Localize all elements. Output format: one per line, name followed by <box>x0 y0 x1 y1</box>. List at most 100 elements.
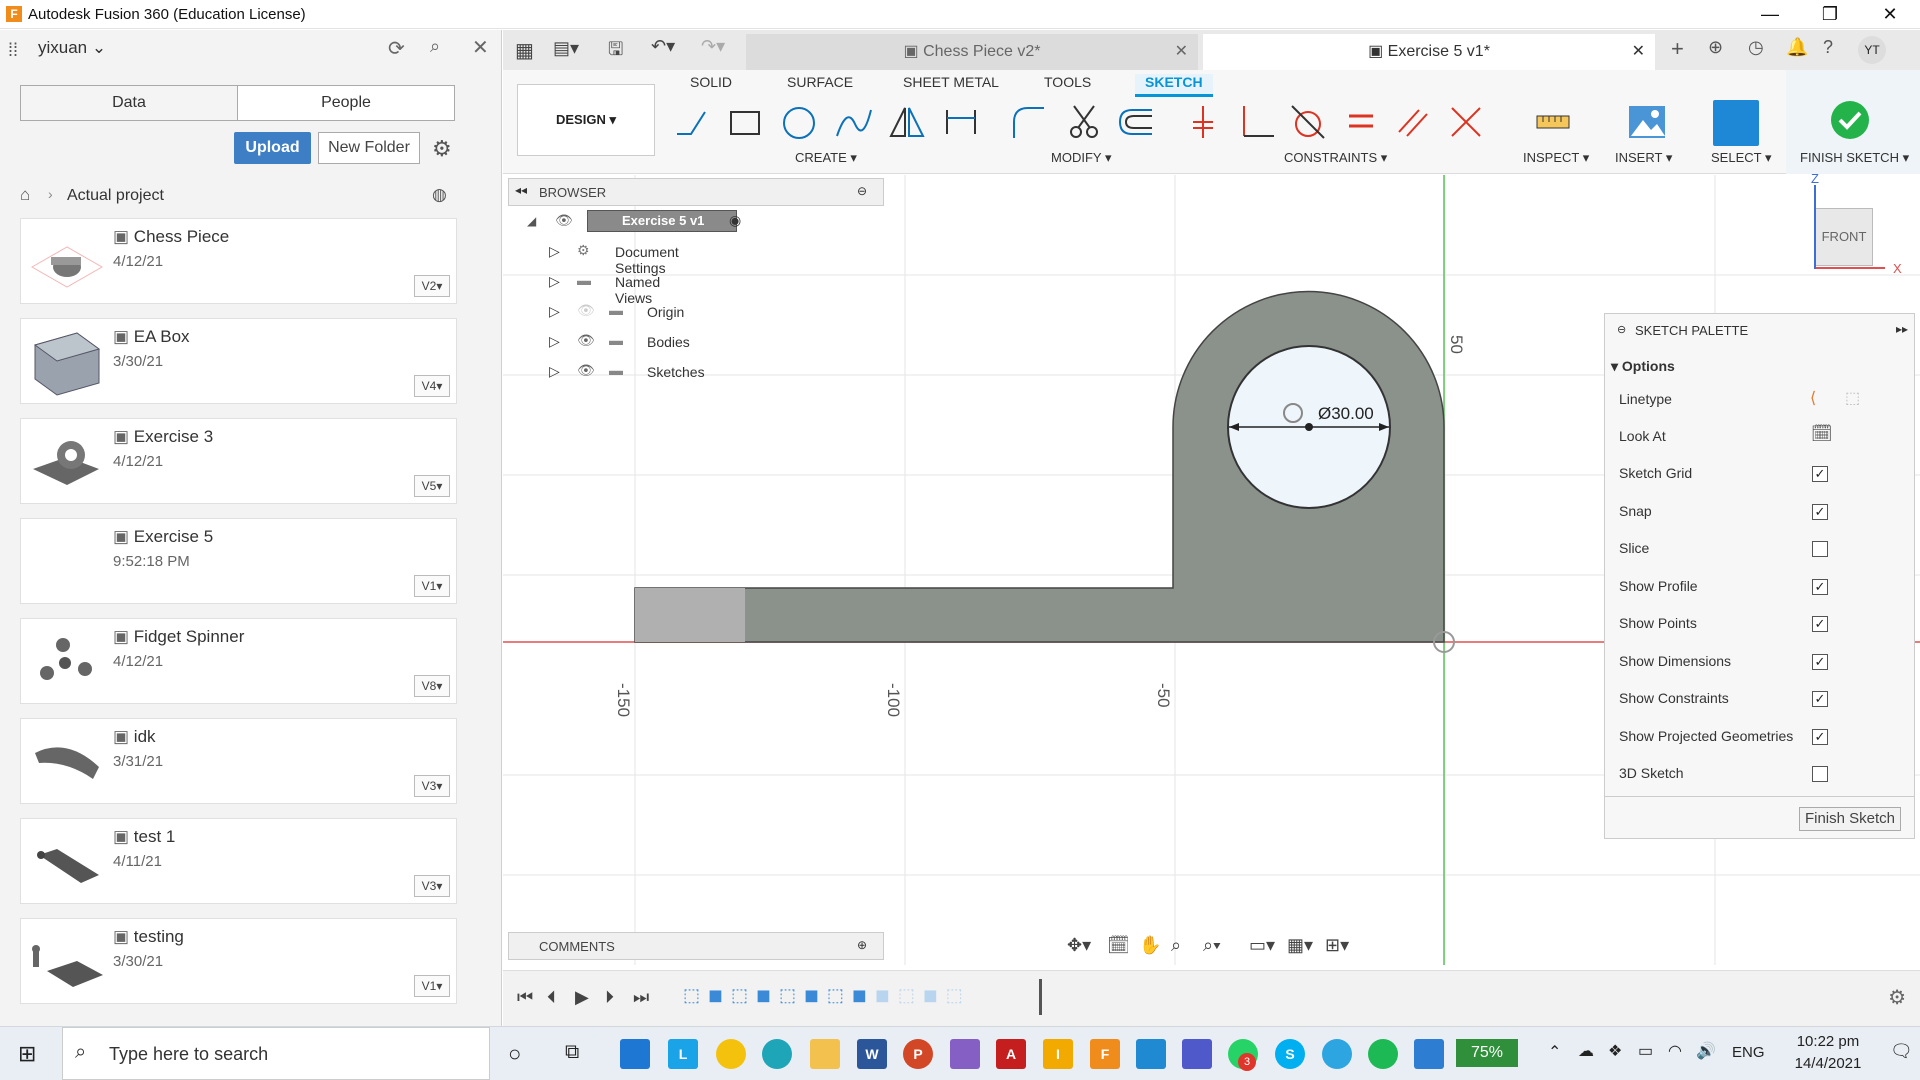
tab-tools[interactable]: TOOLS <box>1044 74 1091 90</box>
close-tab-icon[interactable]: ✕ <box>1632 34 1645 70</box>
sketch-grid-checkbox[interactable]: ✓ <box>1812 466 1828 482</box>
coincident-constraint-icon[interactable] <box>1446 102 1486 142</box>
timeline-sketch-icon[interactable]: ⬚ <box>683 985 700 1011</box>
wifi-icon[interactable]: ◠ <box>1668 1041 1682 1061</box>
powerpoint-icon[interactable]: P <box>903 1039 933 1069</box>
timeline-suppressed-icon[interactable]: ⬚ <box>946 985 963 1011</box>
fix-constraint-icon[interactable] <box>1183 102 1223 142</box>
pan-hand-icon[interactable]: ✋ <box>1139 935 1161 956</box>
viewports-icon[interactable]: ⊞▾ <box>1325 935 1349 956</box>
timeline-extrude-icon[interactable]: ◼ <box>852 985 867 1011</box>
tangent-constraint-icon[interactable] <box>1288 102 1328 142</box>
tab-people[interactable]: People <box>238 86 454 120</box>
orbit-icon[interactable]: ✥▾ <box>1067 935 1091 956</box>
search-icon[interactable]: ⌕ <box>430 36 440 57</box>
visibility-eye-icon[interactable]: 👁 <box>577 362 595 379</box>
spline-tool-icon[interactable] <box>833 102 873 142</box>
timeline-extrude-icon[interactable]: ◼ <box>804 985 819 1011</box>
refresh-icon[interactable]: ⟳ <box>388 36 405 61</box>
timeline-sketch-icon[interactable]: ⬚ <box>731 985 748 1011</box>
measure-tool-icon[interactable] <box>1533 102 1573 142</box>
inspect-menu[interactable]: INSPECT ▾ <box>1523 150 1589 166</box>
spotify-icon[interactable] <box>1368 1039 1398 1069</box>
extensions-icon[interactable]: ⊕ <box>1708 37 1723 58</box>
finish-check-icon[interactable] <box>1830 100 1870 140</box>
timeline-suppressed-icon[interactable]: ◼ <box>923 985 938 1011</box>
tab-sketch[interactable]: SKETCH <box>1135 74 1213 97</box>
visibility-eye-icon[interactable]: 👁 <box>577 332 595 349</box>
constraints-menu[interactable]: CONSTRAINTS ▾ <box>1284 150 1387 166</box>
list-item[interactable]: ▣ Exercise 5 9:52:18 PM V1▾ <box>20 518 457 604</box>
timeline-settings-icon[interactable]: ⚙ <box>1888 985 1906 1010</box>
visibility-eye-icon[interactable]: 👁 <box>555 212 573 229</box>
list-item[interactable]: ▣ testing 3/30/21 V1▾ <box>20 918 457 1004</box>
fillet-tool-icon[interactable] <box>1008 102 1048 142</box>
modify-menu[interactable]: MODIFY ▾ <box>1051 150 1111 166</box>
insert-menu[interactable]: INSERT ▾ <box>1615 150 1672 166</box>
acrobat-icon[interactable]: A <box>996 1039 1026 1069</box>
volume-icon[interactable]: 🔊 <box>1696 1041 1716 1061</box>
restore-button[interactable]: ❐ <box>1800 0 1860 29</box>
offset-tool-icon[interactable] <box>1116 102 1156 142</box>
finish-sketch-button[interactable]: Finish Sketch <box>1799 807 1901 831</box>
grid-settings-icon[interactable]: ▦▾ <box>1287 935 1313 956</box>
minimize-button[interactable]: — <box>1740 0 1800 29</box>
trim-tool-icon[interactable] <box>1064 102 1104 142</box>
list-item[interactable]: ▣ Fidget Spinner 4/12/21 V8▾ <box>20 618 457 704</box>
tab-data[interactable]: Data <box>21 86 238 120</box>
add-comment-icon[interactable]: ⊕ <box>857 938 867 952</box>
parallel-constraint-icon[interactable] <box>1393 102 1433 142</box>
clock-date[interactable]: 14/4/2021 <box>1780 1055 1876 1072</box>
expand-triangle-icon[interactable]: ▷ <box>549 333 560 350</box>
dropbox-icon[interactable]: ❖ <box>1608 1041 1622 1061</box>
browser-minimize-icon[interactable]: ⊖ <box>857 184 867 198</box>
cortana-icon[interactable]: ○ <box>508 1041 521 1067</box>
telegram-icon[interactable] <box>1322 1039 1352 1069</box>
expand-palette-icon[interactable]: ▸▸ <box>1896 322 1908 336</box>
teams-icon[interactable] <box>1182 1039 1212 1069</box>
version-dropdown[interactable]: V3▾ <box>414 875 450 897</box>
taskbar-search[interactable]: ⌕ Type here to search <box>62 1027 490 1080</box>
onedrive-icon[interactable]: ☁ <box>1578 1041 1594 1061</box>
timeline-marker[interactable] <box>1039 979 1042 1015</box>
save-icon[interactable]: 🖫 <box>608 37 623 67</box>
inventor-icon[interactable]: I <box>1043 1039 1073 1069</box>
new-tab-icon[interactable]: + <box>1671 36 1684 62</box>
list-item[interactable]: ▣ Exercise 3 4/12/21 V5▾ <box>20 418 457 504</box>
fusion-taskbar-icon[interactable]: F <box>1090 1039 1120 1069</box>
node-bodies[interactable]: Bodies <box>647 334 690 350</box>
activate-radio-icon[interactable]: ◉ <box>729 212 741 229</box>
version-dropdown[interactable]: V1▾ <box>414 575 450 597</box>
comments-panel[interactable]: COMMENTS ⊕ <box>508 932 884 960</box>
options-section[interactable]: ▾ Options <box>1611 358 1675 375</box>
clock-time[interactable]: 10:22 pm <box>1780 1033 1876 1050</box>
step-back-icon[interactable]: ⏴ <box>547 987 556 1008</box>
close-window-button[interactable]: ✕ <box>1860 0 1920 29</box>
palette-minimize-icon[interactable]: ⊖ <box>1617 323 1626 336</box>
expand-triangle-icon[interactable]: ▷ <box>549 273 560 290</box>
version-dropdown[interactable]: V8▾ <box>414 675 450 697</box>
zoom-icon[interactable]: ⌕ <box>1171 935 1181 956</box>
node-document-settings[interactable]: Document Settings <box>615 244 679 276</box>
show-constraints-checkbox[interactable]: ✓ <box>1812 691 1828 707</box>
skype-icon[interactable]: S <box>1275 1039 1305 1069</box>
node-sketches[interactable]: Sketches <box>647 364 705 380</box>
notifications-icon[interactable]: 🔔 <box>1786 37 1808 58</box>
timeline-sketch-icon[interactable]: ⬚ <box>779 985 796 1011</box>
version-dropdown[interactable]: V2▾ <box>414 275 450 297</box>
data-panel-toggle-icon[interactable]: ▦ <box>515 38 534 63</box>
language-indicator[interactable]: ENG <box>1732 1044 1765 1061</box>
home-icon[interactable]: ⌂ <box>20 185 30 205</box>
upload-button[interactable]: Upload <box>234 132 311 164</box>
battery-widget[interactable]: 75% <box>1456 1039 1518 1067</box>
new-folder-button[interactable]: New Folder <box>318 132 420 164</box>
windows-start-icon[interactable]: ⊞ <box>18 1041 36 1067</box>
timeline-extrude-icon[interactable]: ◼ <box>756 985 771 1011</box>
expand-triangle-icon[interactable]: ▷ <box>549 243 560 260</box>
timeline-sketch-icon[interactable]: ⬚ <box>827 985 844 1011</box>
edge-icon[interactable] <box>762 1039 792 1069</box>
perpendicular-constraint-icon[interactable] <box>1236 102 1276 142</box>
snap-checkbox[interactable]: ✓ <box>1812 504 1828 520</box>
show-hidden-icons-icon[interactable]: ⌃ <box>1548 1042 1561 1062</box>
3d-sketch-checkbox[interactable] <box>1812 766 1828 782</box>
